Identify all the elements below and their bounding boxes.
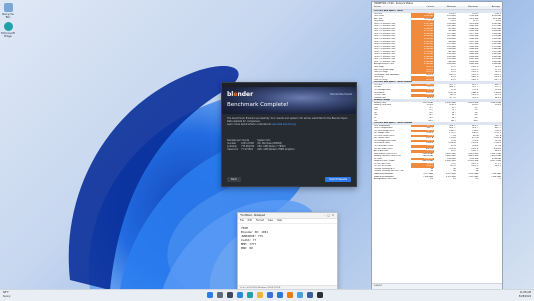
sensor-value: 8.0 xyxy=(430,178,434,181)
menu-format[interactable]: Format xyxy=(256,219,264,222)
benchmark-learn-more-text: Learn more about what is collected at xyxy=(227,123,271,126)
column-header-average[interactable]: Average xyxy=(478,6,500,9)
sensor-table-body: CPU [#0]: AMD Ryzen 7 7840U Core VIDs 1.26… xyxy=(372,10,502,181)
benchmark-scores: Samples per minute System info monster 1… xyxy=(227,139,351,151)
window-controls[interactable]: –□✕ xyxy=(324,213,336,218)
sensor-value: 86.4 % xyxy=(427,96,434,99)
file-explorer-icon[interactable] xyxy=(257,292,263,298)
sensor-value: 138.7 % xyxy=(494,78,502,81)
sensor-value: 7.7 xyxy=(498,178,502,181)
close-icon[interactable]: ✕ xyxy=(332,214,336,217)
taskbar: 68°F Sunny 11:08 AM 5/28/2024 xyxy=(0,289,534,301)
notepad-text-area[interactable]: 750M Blender 3D: 1051 JUNKSHOP: 775 CLAS… xyxy=(238,224,337,252)
desktop-icon-label: Microsoft Edge xyxy=(1,31,15,38)
sensor-value: 4.9 % xyxy=(450,78,456,81)
notepad-window: *Untitled - Notepad –□✕ File Edit Format… xyxy=(237,212,338,291)
sensor-value: 0.4 xyxy=(453,178,456,181)
column-header-current[interactable]: Current xyxy=(412,6,434,9)
scene-score: 77.473524 xyxy=(241,148,253,151)
opendata-link[interactable]: opendata.blender.org xyxy=(271,123,296,126)
column-header-minimum[interactable]: Minimum xyxy=(434,6,456,9)
score-row: classroom 77.473524 GPU: AMD Radeon 780M… xyxy=(227,148,298,151)
edge-icon xyxy=(3,22,13,31)
submit-results-button[interactable]: Submit Results xyxy=(325,177,351,182)
notepad-title: *Untitled - Notepad xyxy=(240,214,266,217)
benchmark-heading: Benchmark Complete! xyxy=(227,102,289,108)
benchmark-app-label: Blender Benchmark xyxy=(330,93,352,96)
mail-icon[interactable] xyxy=(277,292,283,298)
blender-logo: blender xyxy=(227,91,254,98)
text-line: END: 00 xyxy=(241,246,253,250)
desktop-icon-recycle-bin[interactable]: Recycle Bin xyxy=(1,3,15,19)
sensor-value: 168.3 % xyxy=(471,78,479,81)
sensor-value xyxy=(479,120,502,123)
back-button[interactable]: Back xyxy=(227,177,241,182)
edge-icon[interactable] xyxy=(247,292,253,298)
hwinfo-icon[interactable] xyxy=(307,292,313,298)
sensor-name: Average Active Core Count xyxy=(374,178,397,181)
sensor-value: 84.8 % xyxy=(495,96,502,99)
widgets-icon[interactable] xyxy=(237,292,243,298)
menu-file[interactable]: File xyxy=(240,219,244,222)
sensor-value: 95.0 % xyxy=(472,96,479,99)
sensor-value: 47.1 % xyxy=(449,96,456,99)
recycle-bin-icon xyxy=(3,3,13,12)
benchmark-hero-banner: blender Blender Benchmark Benchmark Comp… xyxy=(222,87,356,114)
sensor-value: 560 T xyxy=(473,119,479,122)
clock-date: 5/28/2024 xyxy=(518,294,531,298)
sensor-value: 8.0 xyxy=(475,178,479,181)
blender-benchmark-window: blender Blender Benchmark Benchmark Comp… xyxy=(221,82,357,187)
start-button[interactable] xyxy=(207,292,213,298)
system-clock[interactable]: 11:08 AM 5/28/2024 xyxy=(519,291,531,298)
terminal-icon[interactable] xyxy=(317,292,323,298)
notepad-icon[interactable] xyxy=(297,292,303,298)
hwinfo-sensors-window: HWiNFO64 v7.60 - Sensors Status Sensor C… xyxy=(371,1,503,290)
column-header-maximum[interactable]: Maximum xyxy=(456,6,478,9)
desktop-icon-edge[interactable]: Microsoft Edge xyxy=(1,22,15,38)
notepad-titlebar[interactable]: *Untitled - Notepad –□✕ xyxy=(238,213,337,219)
store-icon[interactable] xyxy=(267,292,273,298)
benchmark-message: The benchmark finished successfully. You… xyxy=(222,114,356,129)
system-info: GPU: AMD Radeon 780M Graphics xyxy=(257,148,295,151)
search-icon[interactable] xyxy=(217,292,223,298)
scene-name: classroom xyxy=(227,148,239,151)
desktop-icon-label: Recycle Bin xyxy=(2,12,14,19)
weather-widget[interactable]: 68°F Sunny xyxy=(3,291,10,298)
blender-icon[interactable] xyxy=(287,292,293,298)
sensor-value: 560 T xyxy=(450,119,456,122)
sensor-value: 560 T xyxy=(428,119,434,122)
column-header-sensor[interactable]: Sensor xyxy=(372,6,412,9)
task-view-icon[interactable] xyxy=(227,292,233,298)
weather-desc: Sunny xyxy=(3,294,11,298)
elapsed-time: 0:05:52 xyxy=(374,285,382,287)
sensor-value: 142.6 % xyxy=(411,78,435,82)
menu-view[interactable]: View xyxy=(268,219,273,222)
menu-edit[interactable]: Edit xyxy=(248,219,252,222)
menu-help[interactable]: Help xyxy=(277,219,282,222)
sensor-row[interactable]: Average Active Core Count 8.0 0.4 8.0 7.7 xyxy=(372,178,502,181)
